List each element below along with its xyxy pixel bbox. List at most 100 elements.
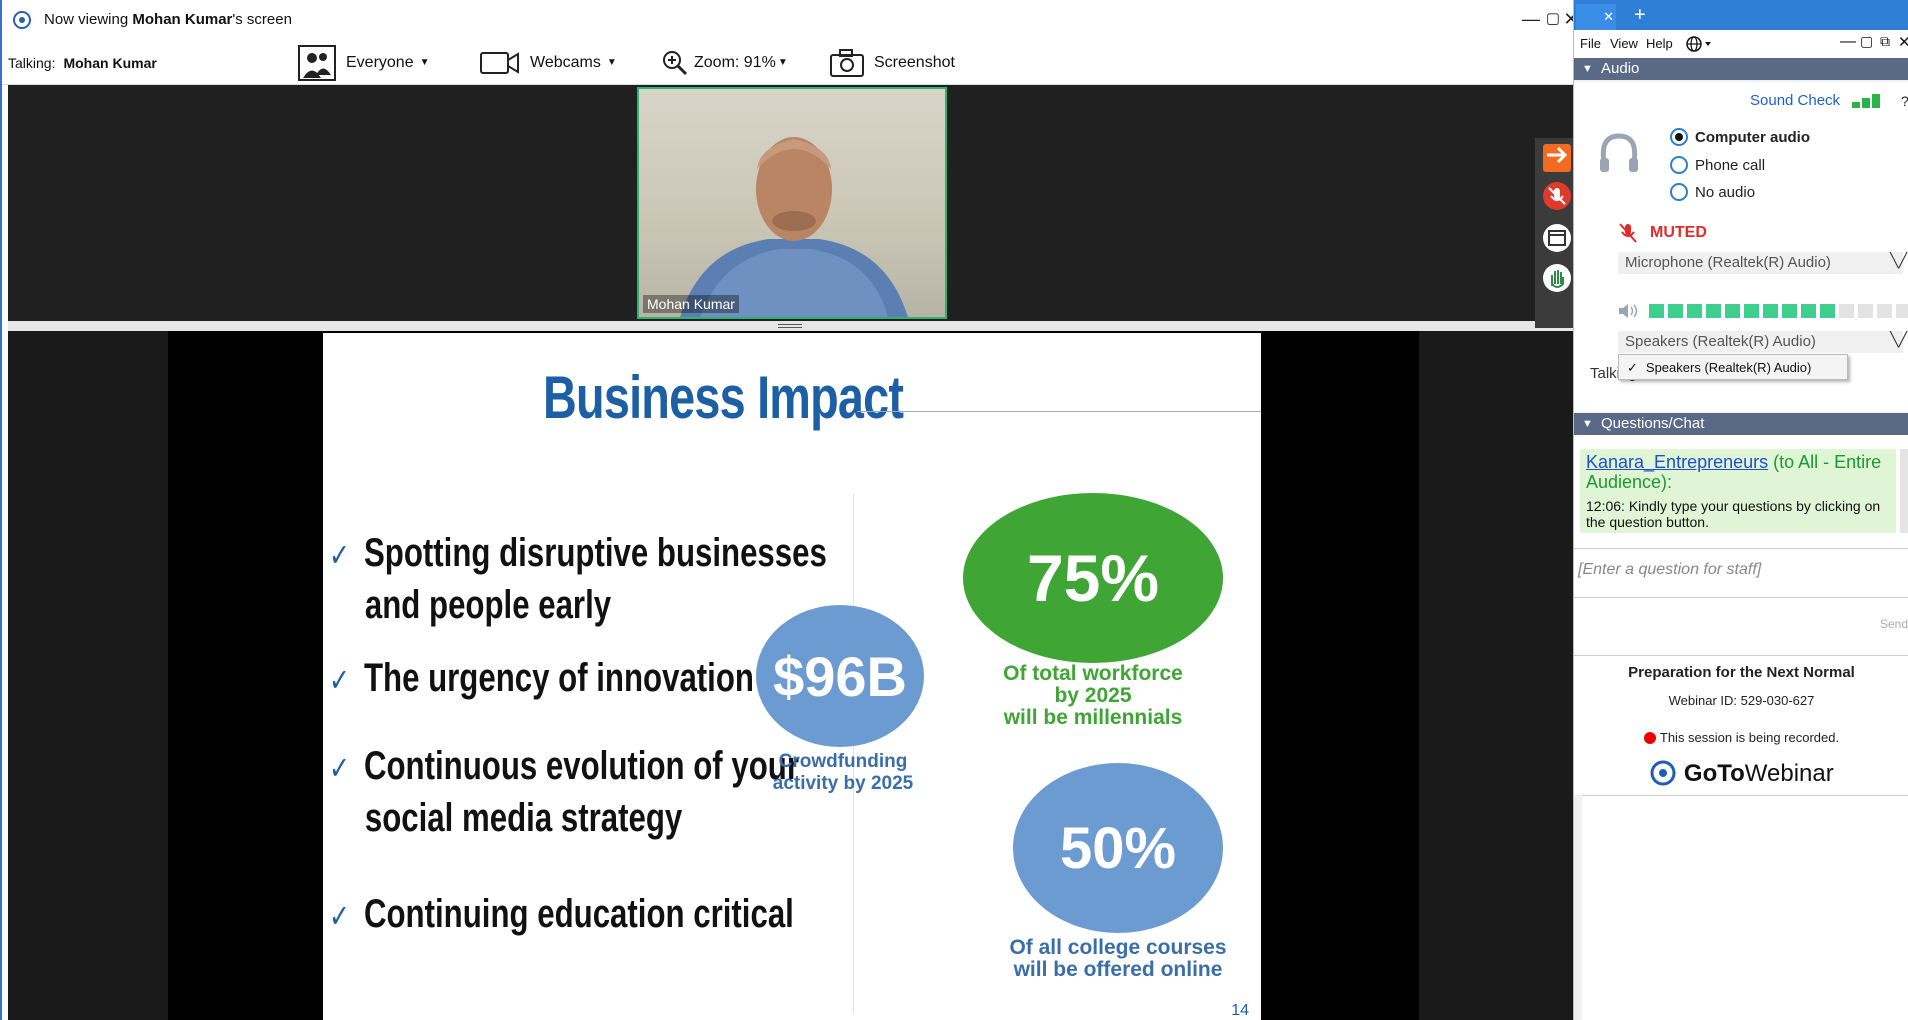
meter-segment bbox=[1725, 304, 1740, 318]
meter-segment bbox=[1896, 304, 1908, 318]
phone-call-label: Phone call bbox=[1695, 156, 1766, 174]
microphone-select[interactable]: Microphone (Realtek(R) Audio) ╲╱ bbox=[1618, 252, 1907, 274]
radio-computer-audio[interactable]: Computer audio bbox=[1670, 128, 1810, 146]
chevron-down-icon: ╲╱ bbox=[1890, 331, 1907, 347]
chevron-down-icon: ▼ bbox=[606, 57, 617, 68]
window-icon[interactable] bbox=[1543, 224, 1571, 252]
new-tab-button[interactable]: + bbox=[1634, 4, 1646, 27]
muted-status: MUTED bbox=[1650, 224, 1707, 241]
menu-file[interactable]: File bbox=[1580, 36, 1601, 51]
meter-segment bbox=[1801, 304, 1816, 318]
webcam-icon bbox=[480, 51, 519, 74]
webcams-dropdown[interactable]: Webcams ▼ bbox=[480, 40, 617, 85]
tab-close-icon[interactable]: ✕ bbox=[1603, 9, 1614, 25]
show-panel-arrow-icon[interactable] bbox=[1543, 144, 1571, 172]
title-suffix: 's screen bbox=[232, 11, 292, 28]
stat-75-circle: 75% bbox=[963, 493, 1223, 663]
audio-section: Sound Check ? Computer audio Phone call … bbox=[1574, 82, 1908, 412]
mic-muted-icon[interactable] bbox=[1618, 222, 1638, 244]
checkmark-icon: ✓ bbox=[329, 662, 350, 698]
radio-button[interactable] bbox=[1670, 128, 1688, 146]
meter-segment bbox=[1782, 304, 1797, 318]
zoom-icon bbox=[663, 50, 688, 75]
signal-strength-icon bbox=[1852, 94, 1880, 108]
chevron-down-icon: ╲╱ bbox=[1890, 252, 1907, 268]
chevron-down-icon: ▼ bbox=[419, 57, 430, 68]
viewer-toolbar: Talking: Mohan Kumar Everyone ▼ Webcams … bbox=[2, 40, 1575, 85]
collapse-triangle-icon[interactable]: ▼ bbox=[1582, 418, 1593, 430]
webcam-tile[interactable]: Mohan Kumar bbox=[637, 87, 947, 319]
zoom-dropdown[interactable]: Zoom: 91% ▼ bbox=[662, 40, 788, 85]
webinar-id: Webinar ID: 529-030-627 bbox=[1668, 693, 1815, 708]
panel-popout-icon[interactable]: ⧉ bbox=[1880, 33, 1890, 50]
meter-segment bbox=[1649, 304, 1664, 318]
panel-restore-icon[interactable]: ▢ bbox=[1860, 33, 1873, 50]
screenshot-button[interactable]: Screenshot bbox=[830, 40, 955, 85]
bullet-2-line1: The urgency of innovation bbox=[363, 656, 754, 700]
slide-page-number: 14 bbox=[1231, 1002, 1249, 1019]
webcam-area: Mohan Kumar bbox=[8, 85, 1573, 321]
meter-segment bbox=[1706, 304, 1721, 318]
language-globe-icon[interactable] bbox=[1686, 36, 1712, 52]
recording-notice: This session is being recorded. bbox=[1574, 730, 1908, 745]
webcams-label: Webcams bbox=[530, 53, 601, 71]
grip-handle-icon[interactable] bbox=[778, 324, 802, 328]
title-presenter: Mohan Kumar bbox=[132, 11, 233, 28]
stat-75-caption-line2: by 2025 bbox=[1054, 684, 1132, 707]
stat-50-circle: 50% bbox=[1013, 763, 1223, 933]
speakers-dropdown-item[interactable]: Speakers (Realtek(R) Audio) bbox=[1646, 360, 1811, 375]
viewer-titlebar: Now viewing Mohan Kumar's screen — ▢ ✕ bbox=[2, 0, 1579, 40]
sound-check-link[interactable]: Sound Check bbox=[1750, 92, 1840, 109]
checkmark-icon: ✓ bbox=[329, 898, 350, 934]
panel-minimize-icon[interactable]: — bbox=[1840, 33, 1856, 51]
raise-hand-icon[interactable] bbox=[1543, 264, 1571, 292]
speakers-select[interactable]: Speakers (Realtek(R) Audio) ╲╱ bbox=[1618, 331, 1907, 353]
radio-no-audio[interactable]: No audio bbox=[1670, 183, 1755, 201]
headset-icon bbox=[1600, 133, 1638, 172]
bullet-1-line1: Spotting disruptive businesses bbox=[363, 531, 827, 575]
menu-view[interactable]: View bbox=[1610, 36, 1638, 51]
bullet-4-line1: Continuing education critical bbox=[363, 892, 794, 936]
chat-sender-link[interactable]: Kanara_Entrepreneurs bbox=[1586, 452, 1768, 472]
bullet-2: ✓ The urgency of innovation bbox=[329, 653, 754, 705]
radio-button[interactable] bbox=[1670, 156, 1688, 174]
help-icon[interactable]: ? bbox=[1901, 93, 1908, 109]
gotowebinar-brand: GoToWebinar bbox=[1574, 759, 1908, 788]
zoom-label: Zoom: 91% bbox=[694, 53, 776, 71]
no-audio-label: No audio bbox=[1695, 183, 1756, 201]
people-icon bbox=[298, 44, 336, 81]
panel-tab[interactable]: ✕ bbox=[1576, 4, 1616, 30]
collapse-triangle-icon[interactable]: ▼ bbox=[1582, 63, 1593, 75]
recording-text: This session is being recorded. bbox=[1659, 730, 1840, 745]
chat-section: Kanara_Entrepreneurs (to All - Entire Au… bbox=[1574, 435, 1908, 655]
bullet-4: ✓ Continuing education critical bbox=[329, 889, 794, 941]
radio-button[interactable] bbox=[1670, 183, 1688, 201]
brand-goto: GoTo bbox=[1683, 760, 1745, 787]
panel-close-icon[interactable]: ✕ bbox=[1898, 33, 1908, 51]
computer-audio-label: Computer audio bbox=[1695, 128, 1810, 146]
minimize-button[interactable]: — bbox=[1520, 8, 1542, 30]
microphone-value: Microphone (Realtek(R) Audio) bbox=[1625, 254, 1831, 271]
stat-96b-caption-line1: Crowdfunding bbox=[778, 751, 908, 772]
chevron-down-icon: ▼ bbox=[777, 57, 788, 68]
bullet-1-line2: and people early bbox=[364, 583, 612, 627]
radio-phone-call[interactable]: Phone call bbox=[1670, 156, 1765, 174]
menu-help[interactable]: Help bbox=[1646, 36, 1673, 51]
speakers-dropdown-menu[interactable]: ✓ Speakers (Realtek(R) Audio) bbox=[1618, 354, 1848, 380]
send-button[interactable]: Send bbox=[1880, 617, 1908, 631]
audio-section-header[interactable]: ▼ Audio bbox=[1574, 58, 1908, 80]
everyone-dropdown[interactable]: Everyone ▼ bbox=[298, 40, 430, 85]
chat-section-header[interactable]: ▼ Questions/Chat bbox=[1574, 413, 1908, 435]
chat-scrollbar[interactable] bbox=[1900, 449, 1908, 533]
talking-label: Talking: bbox=[8, 54, 56, 71]
title-prefix: Now viewing bbox=[44, 11, 133, 28]
blank-panel-area bbox=[1582, 795, 1908, 1020]
webinar-info: Preparation for the Next Normal Webinar … bbox=[1574, 655, 1908, 795]
question-input[interactable]: [Enter a question for staff] bbox=[1574, 548, 1908, 598]
microphone-muted-icon[interactable] bbox=[1543, 182, 1571, 210]
stat-50-caption: Of all college courses will be offered o… bbox=[963, 937, 1261, 981]
resize-divider[interactable] bbox=[8, 321, 1573, 331]
checkmark-icon: ✓ bbox=[329, 750, 350, 786]
everyone-label: Everyone bbox=[346, 53, 414, 71]
checkmark-icon: ✓ bbox=[329, 537, 350, 573]
